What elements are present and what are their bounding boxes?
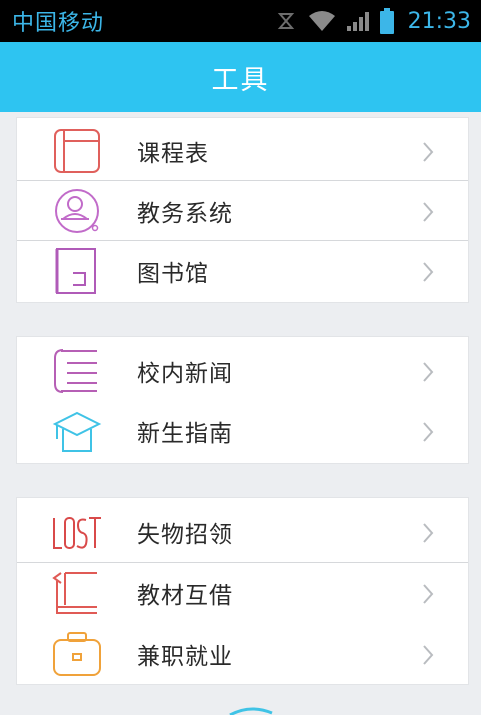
status-icons: 21:33 [274, 8, 471, 34]
sync-icon [277, 13, 294, 29]
chevron-right-icon [423, 202, 434, 222]
tool-item-label: 教材互借 [137, 583, 233, 609]
tool-item-campus-news[interactable]: 校内新闻 [17, 341, 468, 401]
academic-affairs-icon [55, 189, 99, 233]
tool-group-1: 课程表 教务系统 图书馆 [16, 117, 469, 303]
tool-group-2: 校内新闻 新生指南 [16, 336, 469, 464]
tool-item-label: 兼职就业 [137, 644, 233, 670]
textbook-exchange-icon [52, 572, 97, 614]
status-clock: 21:33 [407, 8, 471, 34]
status-bar: 中国移动 21:33 [0, 0, 481, 42]
tool-item-freshman-guide[interactable]: 新生指南 [17, 401, 468, 461]
news-icon [54, 349, 97, 393]
tool-item-library[interactable]: 图书馆 [17, 241, 468, 301]
chevron-right-icon [423, 584, 434, 604]
chevron-right-icon [423, 645, 434, 665]
tool-item-label: 失物招领 [137, 522, 233, 548]
tool-item-part-time-jobs[interactable]: 兼职就业 [17, 624, 468, 684]
briefcase-icon [53, 632, 101, 676]
tool-item-academic-affairs[interactable]: 教务系统 [17, 181, 468, 241]
chevron-right-icon [423, 142, 434, 162]
tool-group-3: 失物招领 教材互借 兼职就业 [16, 497, 469, 685]
battery-icon [379, 8, 394, 34]
partial-next-icon [229, 707, 273, 715]
tool-item-textbook-exchange[interactable]: 教材互借 [17, 563, 468, 623]
library-icon [55, 248, 96, 294]
tool-item-label: 教务系统 [137, 201, 233, 227]
screen: 中国移动 21:33 工具 课程表 教务系统 图书馆 校内新闻 新生指南 失物招… [0, 0, 481, 715]
wifi-icon [308, 11, 335, 31]
chevron-right-icon [423, 523, 434, 543]
page-title: 工具 [211, 64, 270, 96]
tool-item-lost-found[interactable]: 失物招领 [17, 502, 468, 562]
lost-found-icon [53, 517, 101, 549]
app-bar: 工具 [0, 42, 481, 112]
chevron-right-icon [423, 262, 434, 282]
chevron-right-icon [423, 362, 434, 382]
tool-item-label: 新生指南 [137, 421, 233, 447]
carrier-name: 中国移动 [12, 11, 105, 36]
chevron-right-icon [423, 422, 434, 442]
graduation-cap-icon [52, 411, 102, 452]
tool-item-label: 图书馆 [137, 261, 209, 287]
tool-item-label: 课程表 [137, 141, 209, 167]
tool-item-timetable[interactable]: 课程表 [17, 121, 468, 181]
tool-item-label: 校内新闻 [137, 361, 233, 387]
signal-icon [346, 12, 369, 31]
timetable-icon [54, 129, 100, 173]
